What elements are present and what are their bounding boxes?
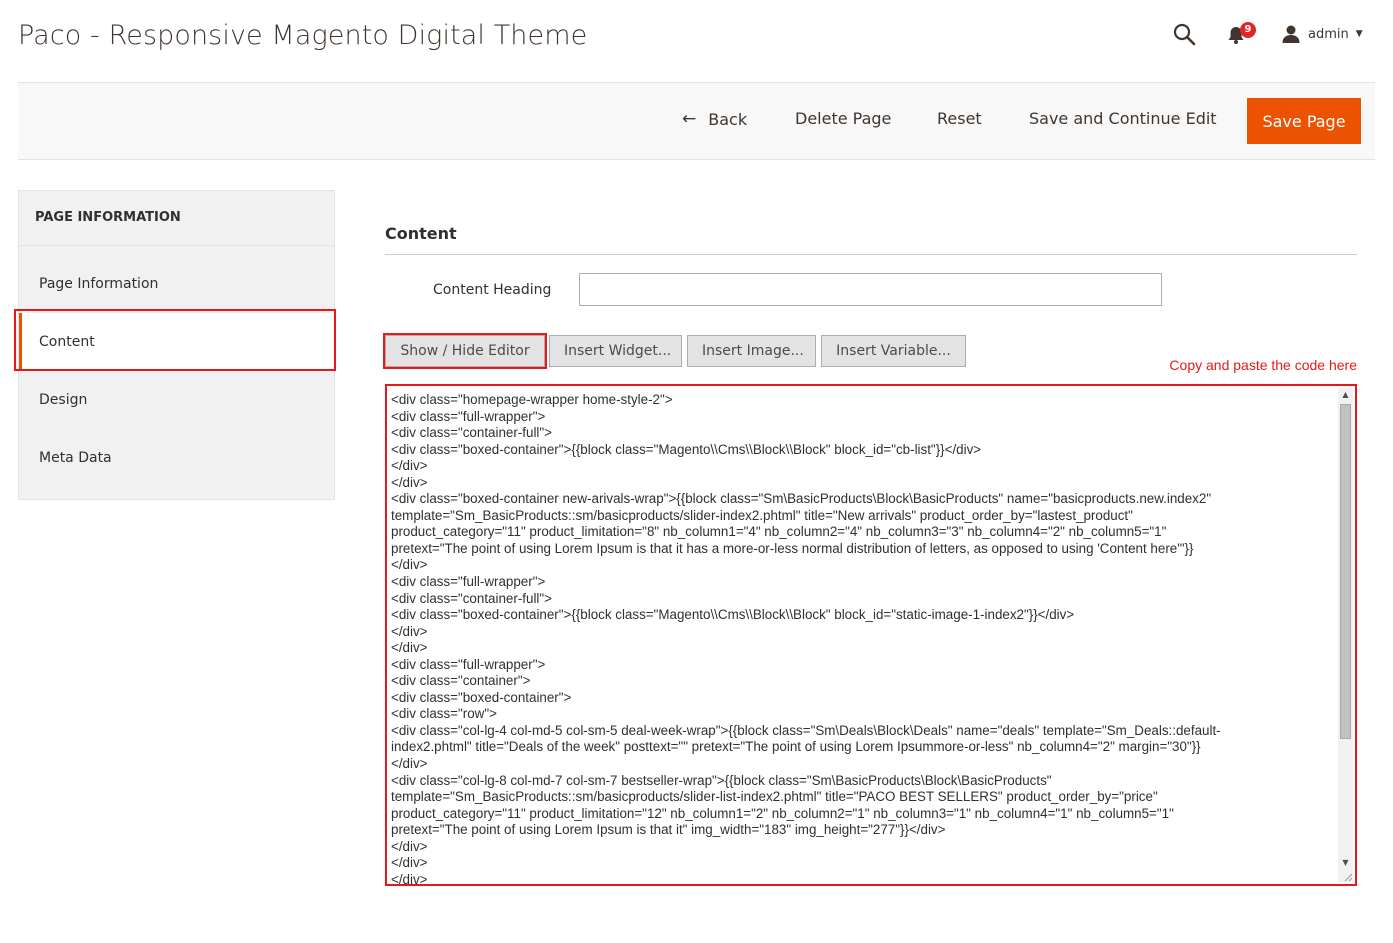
user-menu[interactable]: admin ▼ (1281, 22, 1363, 46)
code-line: <div class="col-lg-8 col-md-7 col-sm-7 b… (391, 772, 1052, 788)
code-line: <div class="full-wrapper"> (391, 574, 546, 590)
code-text: <div class="homepage-wrapper home-style-… (391, 392, 1331, 886)
sidebar-heading: PAGE INFORMATION (35, 210, 181, 225)
code-line: </div> (391, 756, 428, 772)
code-line: pretext="The point of using Lorem Ipsum … (391, 822, 946, 838)
code-line: </div> (391, 474, 428, 490)
delete-page-button[interactable]: Delete Page (795, 109, 891, 128)
sidebar-item-meta-data[interactable]: Meta Data (19, 429, 334, 487)
code-line: </div> (391, 855, 428, 871)
reset-button[interactable]: Reset (937, 109, 982, 128)
show-hide-editor-button[interactable]: Show / Hide Editor (385, 335, 545, 367)
code-line: <div class="full-wrapper"> (391, 656, 546, 672)
back-label: Back (708, 109, 748, 129)
code-line: </div> (391, 458, 428, 474)
insert-widget-button[interactable]: Insert Widget... (549, 335, 682, 367)
page-information-sidebar: PAGE INFORMATION Page Information Conten… (18, 190, 335, 500)
content-heading-input[interactable] (579, 273, 1162, 306)
sidebar-item-design[interactable]: Design (19, 371, 334, 429)
code-line: </div> (391, 557, 428, 573)
arrow-left-icon: ← (682, 109, 697, 129)
section-title: Content (385, 224, 457, 243)
code-line: <div class="boxed-container"> (391, 689, 572, 705)
code-line: <div class="boxed-container">{{block cla… (391, 607, 1075, 623)
code-line: <div class="container-full"> (391, 425, 552, 441)
scroll-down-icon[interactable]: ▼ (1338, 856, 1353, 870)
textarea-scrollbar[interactable]: ▲ ▼ (1338, 388, 1353, 882)
paste-instruction-annotation: Copy and paste the code here (1169, 357, 1357, 373)
notifications-button[interactable]: 9 (1226, 22, 1258, 48)
section-divider (385, 254, 1357, 255)
code-line: index2.phtml" title="Deals of the week" … (391, 739, 1201, 755)
user-icon (1282, 25, 1300, 43)
code-line: </div> (391, 838, 428, 854)
code-line: <div class="homepage-wrapper home-style-… (391, 392, 673, 407)
scroll-thumb[interactable] (1340, 404, 1351, 739)
content-code-textarea[interactable]: <div class="homepage-wrapper home-style-… (385, 384, 1357, 886)
search-icon[interactable] (1172, 22, 1196, 46)
sidebar-item-page-information[interactable]: Page Information (19, 255, 334, 313)
page-actions-bar: ← Back Delete Page Reset Save and Contin… (18, 82, 1375, 160)
code-line: product_category="11" product_limitation… (391, 524, 1167, 540)
code-line: </div> (391, 871, 428, 886)
code-line: <div class="row"> (391, 706, 497, 722)
page-title: Paco - Responsive Magento Digital Theme (18, 20, 588, 51)
chevron-down-icon: ▼ (1355, 29, 1363, 39)
content-heading-label: Content Heading (433, 282, 552, 298)
code-line: </div> (391, 640, 428, 656)
code-line: <div class="col-lg-4 col-md-5 col-sm-5 d… (391, 722, 1221, 738)
save-and-continue-button[interactable]: Save and Continue Edit (1029, 109, 1217, 128)
sidebar-divider (19, 245, 334, 246)
code-line: <div class="boxed-container">{{block cla… (391, 441, 982, 457)
cms-page-editor: Paco - Responsive Magento Digital Theme … (0, 0, 1393, 943)
code-line: product_category="11" product_limitation… (391, 805, 1174, 821)
back-button[interactable]: ← Back (682, 109, 747, 129)
scroll-up-icon[interactable]: ▲ (1338, 388, 1353, 402)
resize-grip-icon[interactable] (1341, 870, 1353, 882)
page-header: Paco - Responsive Magento Digital Theme … (0, 0, 1393, 82)
code-line: </div> (391, 623, 428, 639)
insert-image-button[interactable]: Insert Image... (687, 335, 816, 367)
insert-variable-button[interactable]: Insert Variable... (821, 335, 966, 367)
code-line: <div class="container"> (391, 673, 531, 689)
sidebar-item-content[interactable]: Content (19, 313, 334, 371)
code-line: template="Sm_BasicProducts::sm/basicprod… (391, 789, 1158, 805)
code-line: <div class="full-wrapper"> (391, 408, 546, 424)
code-line: template="Sm_BasicProducts::sm/basicprod… (391, 507, 1133, 523)
code-line: <div class="boxed-container new-arivals-… (391, 491, 1212, 507)
save-page-button[interactable]: Save Page (1247, 98, 1361, 144)
code-line: <div class="container-full"> (391, 590, 552, 606)
user-name: admin (1308, 26, 1349, 42)
code-line: pretext="The point of using Lorem Ipsum … (391, 540, 1194, 556)
notification-badge: 9 (1240, 22, 1256, 38)
